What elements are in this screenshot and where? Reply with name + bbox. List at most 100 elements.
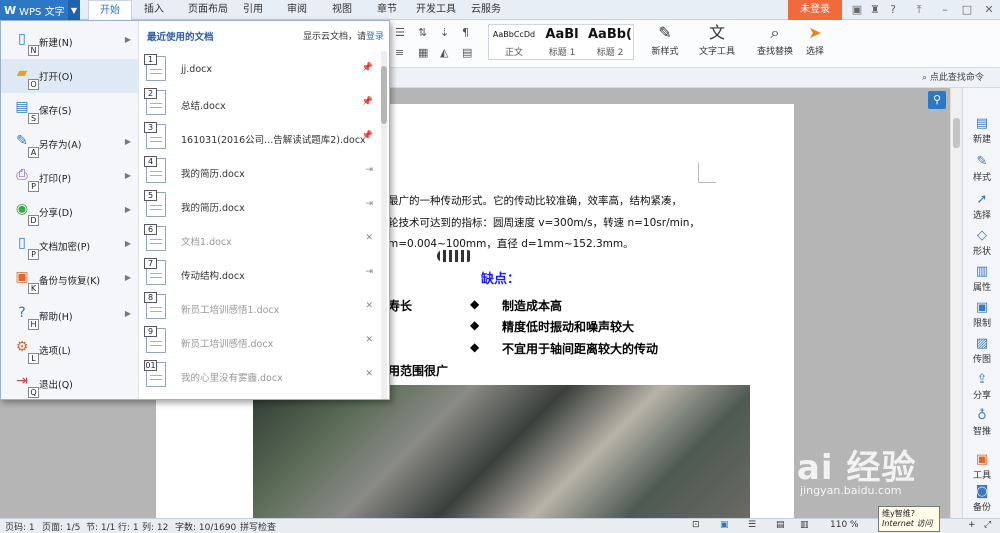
minimize-icon[interactable]: –	[938, 3, 952, 17]
tab-references[interactable]: 引用	[236, 0, 270, 20]
sidebar-tools[interactable]: ▣ 工具	[963, 452, 1000, 481]
recent-file-item[interactable]: 1 jj.docx 📌	[141, 53, 377, 87]
fullscreen-icon[interactable]: ⤢	[984, 520, 991, 530]
tab-home[interactable]: 开始	[88, 0, 132, 20]
align-justify-icon[interactable]: ≡	[395, 46, 404, 59]
borders-icon[interactable]: ▦	[418, 46, 428, 59]
menu-item-help[interactable]: ? H 帮助(H) ▶	[1, 299, 139, 333]
text-tools-button[interactable]: 文 文字工具	[692, 22, 742, 62]
properties-icon: ▥	[975, 264, 989, 279]
indent-icon[interactable]: ☰	[395, 26, 405, 39]
skin-icon[interactable]: ▣	[850, 3, 864, 17]
outline-view-icon[interactable]: ☰	[748, 520, 756, 530]
select-button[interactable]: ➤ 选择	[800, 22, 830, 62]
tab-insert[interactable]: 插入	[137, 0, 171, 20]
style-heading-1[interactable]: AaBl 标题 1	[539, 25, 585, 59]
style-gallery[interactable]: AaBbCcDd 正文 AaBl 标题 1 AaBb( 标题 2	[488, 24, 634, 60]
find-replace-button[interactable]: ⌕ 查找替换	[750, 22, 800, 62]
location-pin-icon[interactable]: ⚲	[928, 91, 946, 109]
sidebar-select[interactable]: ➚ 选择	[963, 192, 1000, 221]
restore-ribbon-icon[interactable]: ⤒	[912, 3, 926, 17]
tab-chapter[interactable]: 章节	[370, 0, 404, 20]
menu-item-encrypt[interactable]: ▯ P 文档加密(P) ▶	[1, 229, 139, 263]
sidebar-smart-push[interactable]: ♁ 智推	[963, 408, 1000, 437]
recent-file-item[interactable]: 01 我的心里没有雾霾.docx ✕	[141, 359, 377, 393]
show-marks-icon[interactable]: ¶	[462, 26, 469, 39]
cloud-login-link[interactable]: 登录	[366, 32, 384, 42]
sidebar-properties[interactable]: ▥ 属性	[963, 264, 1000, 293]
recent-file-item[interactable]: 3 161031(2016公司...告解读试题库2).docx 📌	[141, 121, 377, 155]
status-word-count[interactable]: 字数: 10/1690	[175, 520, 236, 533]
read-view-icon[interactable]: ▥	[800, 520, 809, 530]
status-page[interactable]: 页面: 1/5	[42, 520, 80, 533]
menu-item-share[interactable]: ◉ D 分享(D) ▶	[1, 195, 139, 229]
menu-item-exit[interactable]: ⇥ Q 退出(Q)	[1, 367, 139, 401]
new-style-button[interactable]: ✎ 新样式	[642, 22, 688, 62]
app-menu-button[interactable]: W WPS 文字 ▼	[0, 0, 80, 20]
recent-list-scroll-thumb[interactable]	[381, 66, 387, 124]
sidebar-backup[interactable]: ◙ 备份	[963, 484, 1000, 513]
shirt-icon[interactable]: ♜	[868, 3, 882, 17]
status-spell-check[interactable]: 拼写检查	[240, 520, 276, 533]
tab-review[interactable]: 审阅	[280, 0, 314, 20]
menu-item-new[interactable]: ▯ N 新建(N) ▶	[1, 25, 139, 59]
recent-file-item[interactable]: 8 新员工培训感悟1.docx ✕	[141, 291, 377, 325]
remove-icon[interactable]: ✕	[365, 233, 373, 243]
recent-file-item[interactable]: 6 文档1.docx ✕	[141, 223, 377, 257]
zoom-level[interactable]: 110 %	[830, 520, 859, 530]
table-icon[interactable]: ▤	[462, 46, 472, 59]
pin-icon[interactable]: 📌	[362, 63, 373, 73]
page-view-icon[interactable]: ▣	[720, 520, 729, 530]
maximize-icon[interactable]: □	[960, 3, 974, 17]
remove-icon[interactable]: ✕	[365, 369, 373, 379]
pin-icon[interactable]: ⇥	[365, 199, 373, 209]
help-circle-icon[interactable]: ?	[886, 3, 900, 17]
menu-item-backup-restore[interactable]: ▣ K 备份与恢复(K) ▶	[1, 263, 139, 297]
sort-icon[interactable]: ⇣	[440, 26, 449, 39]
vertical-scrollbar[interactable]	[950, 88, 962, 518]
sidebar-share[interactable]: ⇪ 分享	[963, 372, 1000, 401]
sidebar-label: 限制	[972, 319, 991, 329]
sidebar-new[interactable]: ▤ 新建	[963, 116, 1000, 145]
style-heading-2[interactable]: AaBb( 标题 2	[587, 25, 633, 59]
style-normal[interactable]: AaBbCcDd 正文	[491, 25, 537, 59]
recent-file-item[interactable]: 2 总结.docx 📌	[141, 87, 377, 121]
menu-item-save-as[interactable]: ✎ A 另存为(A) ▶	[1, 127, 139, 161]
login-button[interactable]: 未登录	[788, 0, 842, 20]
zoom-in-icon[interactable]: +	[968, 520, 976, 530]
remove-icon[interactable]: ✕	[365, 335, 373, 345]
recent-file-item[interactable]: 7 传动结构.docx ⇥	[141, 257, 377, 291]
web-view-icon[interactable]: ▤	[776, 520, 785, 530]
line-spacing-icon[interactable]: ⇅	[418, 26, 427, 39]
recent-file-item[interactable]: 4 我的简历.docx ⇥	[141, 155, 377, 189]
tab-cloud-service[interactable]: 云服务	[466, 0, 506, 20]
tab-page-layout[interactable]: 页面布局	[180, 0, 236, 20]
recent-file-item[interactable]: 9 新员工培训感悟.docx ✕	[141, 325, 377, 359]
recent-file-item[interactable]: 5 我的简历.docx ⇥	[141, 189, 377, 223]
menu-item-print[interactable]: ⎙ P 打印(P) ▶	[1, 161, 139, 195]
accelerator-key: H	[28, 319, 39, 330]
sidebar-style[interactable]: ✎ 样式	[963, 154, 1000, 183]
shading-icon[interactable]: ◭	[440, 46, 448, 59]
pin-icon[interactable]: 📌	[362, 97, 373, 107]
style-preview: AaBl	[545, 27, 579, 42]
pin-icon[interactable]: ⇥	[365, 267, 373, 277]
menu-item-save[interactable]: ▤ S 保存(S)	[1, 93, 139, 127]
chevron-down-icon[interactable]: ▼	[68, 0, 80, 20]
sidebar-restrict[interactable]: ▣ 限制	[963, 300, 1000, 329]
tab-view[interactable]: 视图	[325, 0, 359, 20]
pin-icon[interactable]: ⇥	[365, 165, 373, 175]
scrollbar-thumb[interactable]	[953, 118, 960, 148]
tab-developer[interactable]: 开发工具	[413, 0, 459, 20]
sidebar-shape[interactable]: ◇ 形状	[963, 228, 1000, 257]
pin-icon[interactable]: 📌	[362, 131, 373, 141]
fit-width-icon[interactable]: ⊡	[692, 520, 700, 530]
doc-line-3: m=0.004~100mm，直径 d=1mm~152.3mm。	[388, 238, 634, 250]
find-command-box[interactable]: ⌕ 点此查找命令	[922, 70, 1000, 86]
menu-item-options[interactable]: ⚙ L 选项(L)	[1, 333, 139, 367]
menu-item-open[interactable]: ▰ O 打开(O)	[1, 59, 139, 93]
remove-icon[interactable]: ✕	[365, 301, 373, 311]
recent-file-name: 我的简历.docx	[181, 203, 245, 214]
close-icon[interactable]: ✕	[982, 3, 996, 17]
sidebar-upload-image[interactable]: ▨ 传图	[963, 336, 1000, 365]
